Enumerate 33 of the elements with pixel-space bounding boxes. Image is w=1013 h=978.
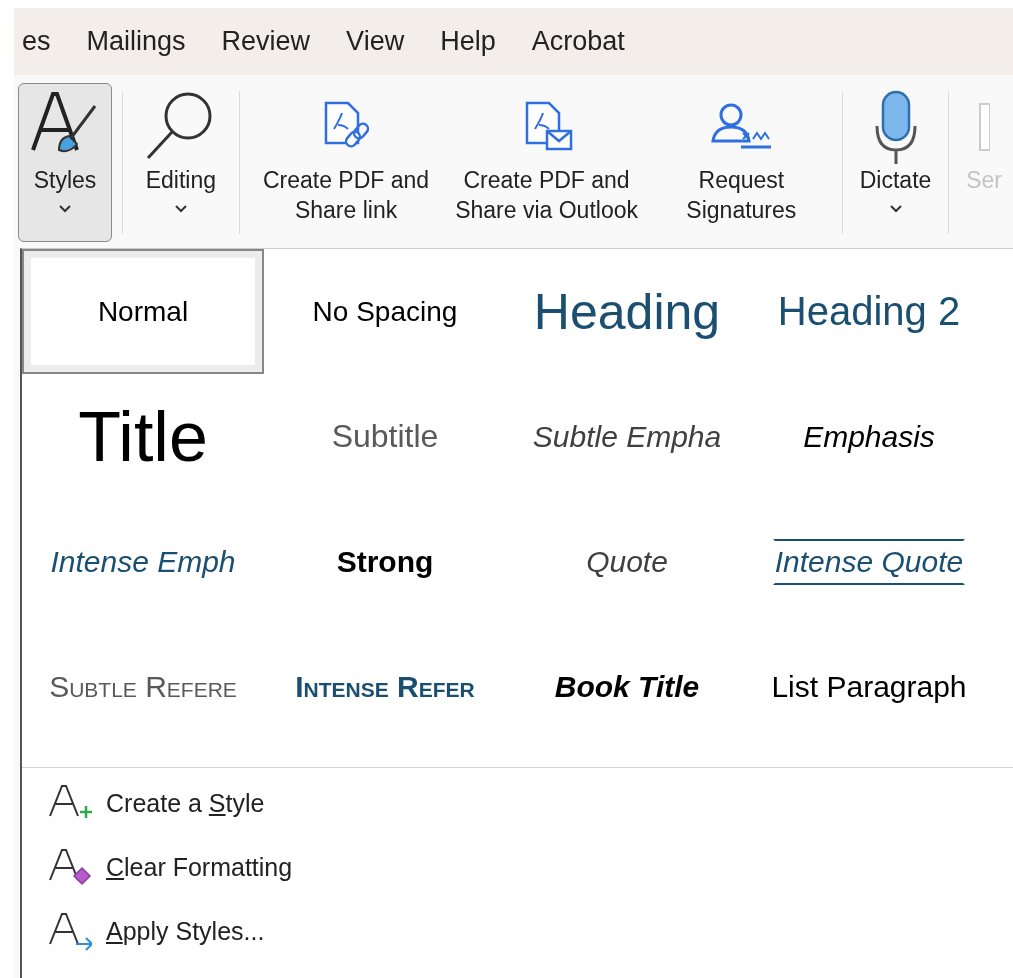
style-option[interactable]: Intense Refer: [264, 624, 506, 749]
ribbon-tab[interactable]: View: [338, 26, 413, 57]
style-option[interactable]: Subtitle: [264, 374, 506, 499]
style-option[interactable]: Strong: [264, 499, 506, 624]
style-option[interactable]: Title: [22, 374, 264, 499]
ribbon-tab[interactable]: Mailings: [78, 26, 194, 57]
style-option[interactable]: Intense Emph: [22, 499, 264, 624]
eraser-icon: [46, 846, 92, 888]
styles-button[interactable]: Styles: [18, 83, 112, 242]
style-option[interactable]: Quote: [506, 499, 748, 624]
ribbon-tab[interactable]: Help: [432, 26, 504, 57]
menu-item[interactable]: Clear Formatting: [46, 846, 1013, 888]
editing-button[interactable]: Editing: [132, 83, 229, 242]
style-option[interactable]: Subtle Refere: [22, 624, 264, 749]
menu-item[interactable]: Apply Styles...: [46, 910, 1013, 952]
style-option[interactable]: Emphasis: [748, 374, 990, 499]
ribbon-tab[interactable]: es: [14, 26, 59, 57]
dictate-button[interactable]: Dictate: [852, 83, 939, 242]
arrow-right-icon: [46, 910, 92, 952]
style-option[interactable]: Subtle Empha: [506, 374, 748, 499]
ribbon-button[interactable]: Create PDF and Share link: [247, 83, 445, 242]
ribbon-tab[interactable]: Acrobat: [523, 26, 633, 57]
style-option[interactable]: Intense Quote: [772, 538, 966, 585]
style-option[interactable]: List Paragraph: [748, 624, 990, 749]
style-option[interactable]: No Spacing: [264, 249, 506, 374]
style-option[interactable]: Heading 2: [748, 249, 990, 374]
ribbon-tab[interactable]: Review: [213, 26, 319, 57]
ribbon-button[interactable]: Create PDF and Share via Outlook: [448, 83, 645, 242]
menu-item[interactable]: Create a Style: [46, 782, 1013, 824]
style-option[interactable]: Normal: [22, 249, 264, 374]
ribbon-button[interactable]: Request Signatures: [648, 83, 834, 242]
style-option[interactable]: Heading: [506, 249, 748, 374]
style-option[interactable]: Book Title: [506, 624, 748, 749]
